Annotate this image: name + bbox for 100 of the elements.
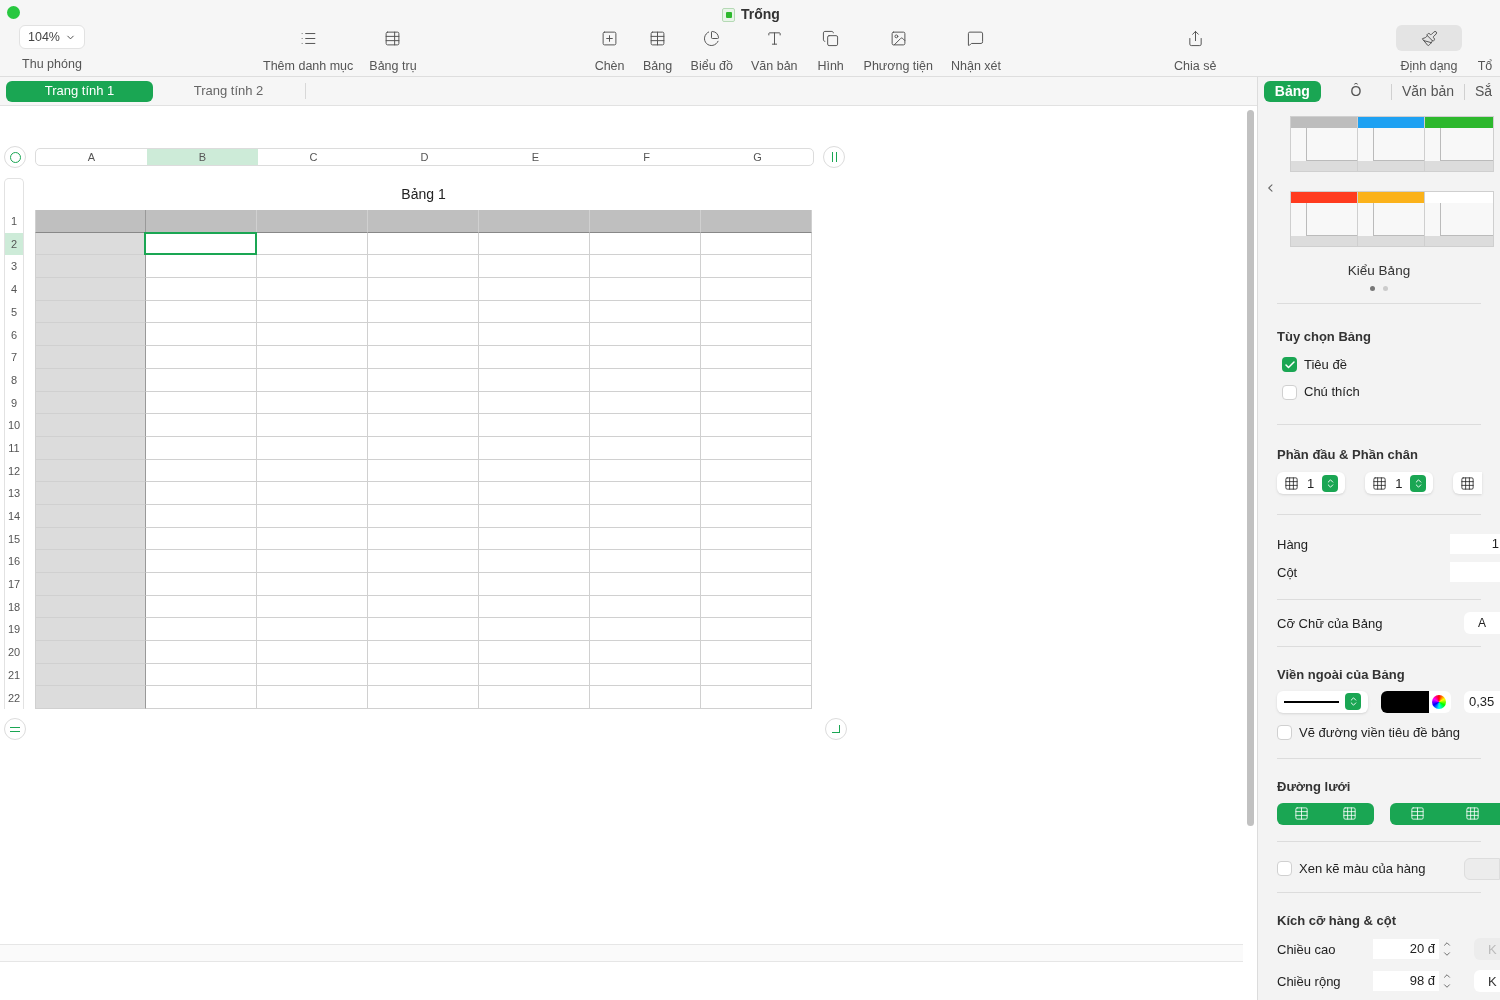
table-cell[interactable] [479, 550, 590, 573]
table-cell[interactable] [35, 550, 146, 573]
toolbar-button[interactable]: Chia sẻ [1170, 25, 1221, 76]
table-cell[interactable] [701, 414, 812, 437]
row-header[interactable]: 16 [4, 550, 24, 573]
column-header[interactable]: E [480, 149, 591, 165]
table-cell[interactable] [35, 414, 146, 437]
table-cell[interactable] [257, 550, 368, 573]
table-cell[interactable] [257, 527, 368, 551]
table-cell[interactable] [146, 278, 257, 301]
table-cell[interactable] [35, 210, 146, 233]
table-cell[interactable] [590, 436, 701, 460]
table-cell[interactable] [146, 482, 257, 505]
table-cell[interactable] [35, 346, 146, 369]
gridline-toggle[interactable] [1277, 802, 1374, 825]
table-cell[interactable] [368, 663, 479, 687]
stepper-control[interactable] [1453, 472, 1483, 495]
table-cell[interactable] [35, 618, 146, 642]
table-cell[interactable] [257, 300, 368, 324]
table-cell[interactable] [146, 300, 257, 324]
table-cell[interactable] [590, 686, 701, 710]
line-style-dropdown[interactable] [1277, 690, 1368, 713]
table-cell[interactable] [590, 504, 701, 528]
table-cell[interactable] [590, 641, 701, 664]
table-cell[interactable] [35, 368, 146, 392]
checkbox[interactable] [1282, 384, 1297, 400]
table-cell[interactable] [257, 573, 368, 596]
row-header[interactable]: 1 [4, 210, 24, 233]
table-cell[interactable] [257, 255, 368, 279]
stepper-control[interactable]: 1 [1365, 472, 1434, 495]
font-size-button[interactable]: A [1464, 612, 1500, 635]
table-cell[interactable] [146, 346, 257, 369]
table-cell[interactable] [590, 278, 701, 301]
table-cell[interactable] [368, 641, 479, 664]
number-field[interactable]: 1 [1450, 534, 1500, 555]
table-cell[interactable] [479, 573, 590, 596]
table-cell[interactable] [368, 300, 479, 324]
inspector-tab[interactable]: Sắ [1466, 81, 1500, 102]
table-cell[interactable] [590, 618, 701, 642]
table-cell[interactable] [257, 686, 368, 710]
table-cell[interactable] [368, 278, 479, 301]
table-cell[interactable] [146, 595, 257, 619]
window-control[interactable] [7, 6, 20, 20]
toolbar-button[interactable]: Bảng [638, 25, 677, 76]
table-cell[interactable] [701, 618, 812, 642]
column-header[interactable]: G [702, 149, 813, 165]
table-cell[interactable] [368, 595, 479, 619]
table-cell[interactable] [701, 641, 812, 664]
table-style-thumbnail[interactable] [1423, 116, 1494, 172]
table-cell[interactable] [146, 210, 257, 233]
row-header[interactable]: 2 [4, 232, 24, 256]
row-header[interactable]: 20 [4, 641, 24, 664]
table-cell[interactable] [146, 323, 257, 347]
table-cell[interactable] [257, 459, 368, 483]
table-cell[interactable] [701, 300, 812, 324]
row-header[interactable]: 18 [4, 595, 24, 619]
table-cell[interactable] [146, 255, 257, 279]
table-cell[interactable] [257, 663, 368, 687]
table-cell[interactable] [701, 686, 812, 710]
table-cell[interactable] [257, 278, 368, 301]
add-column-handle[interactable] [823, 146, 845, 168]
table-cell[interactable] [590, 255, 701, 279]
table-cell[interactable] [257, 391, 368, 415]
row-header[interactable]: 9 [4, 391, 24, 415]
toolbar-button[interactable]: Thêm danh mục [259, 25, 358, 76]
table-cell[interactable] [479, 527, 590, 551]
table-cell[interactable] [35, 459, 146, 483]
toolbar-button[interactable]: Chèn [590, 25, 629, 76]
row-header[interactable]: 13 [4, 482, 24, 505]
table-cell[interactable] [590, 663, 701, 687]
table-cell[interactable] [479, 232, 590, 256]
table-cell[interactable] [590, 459, 701, 483]
table-cell[interactable] [368, 504, 479, 528]
table-cell[interactable] [368, 482, 479, 505]
table-cell[interactable] [701, 436, 812, 460]
table-cell[interactable] [479, 346, 590, 369]
table-cell[interactable] [35, 527, 146, 551]
table-cell[interactable] [368, 550, 479, 573]
table-cell[interactable] [590, 391, 701, 415]
table-cell[interactable] [146, 663, 257, 687]
row-header[interactable]: 22 [4, 686, 24, 710]
column-header[interactable]: F [591, 149, 702, 165]
row-header[interactable]: 10 [4, 414, 24, 437]
toolbar-button[interactable]: Biểu đồ [686, 25, 737, 76]
checkbox[interactable] [1277, 861, 1292, 877]
table-cell[interactable] [368, 323, 479, 347]
table-cell[interactable] [479, 210, 590, 233]
table-cell[interactable] [590, 527, 701, 551]
table-cell[interactable] [257, 232, 368, 256]
table-cell[interactable] [590, 550, 701, 573]
table-cell[interactable] [701, 255, 812, 279]
column-header[interactable]: D [369, 149, 480, 165]
table-cell[interactable] [479, 391, 590, 415]
table-cell[interactable] [479, 368, 590, 392]
table-cell[interactable] [590, 210, 701, 233]
table-cell[interactable] [368, 391, 479, 415]
table-cell[interactable] [35, 255, 146, 279]
table-cell[interactable] [35, 482, 146, 505]
table-style-thumbnail[interactable] [1289, 191, 1360, 247]
table-cell[interactable] [146, 391, 257, 415]
